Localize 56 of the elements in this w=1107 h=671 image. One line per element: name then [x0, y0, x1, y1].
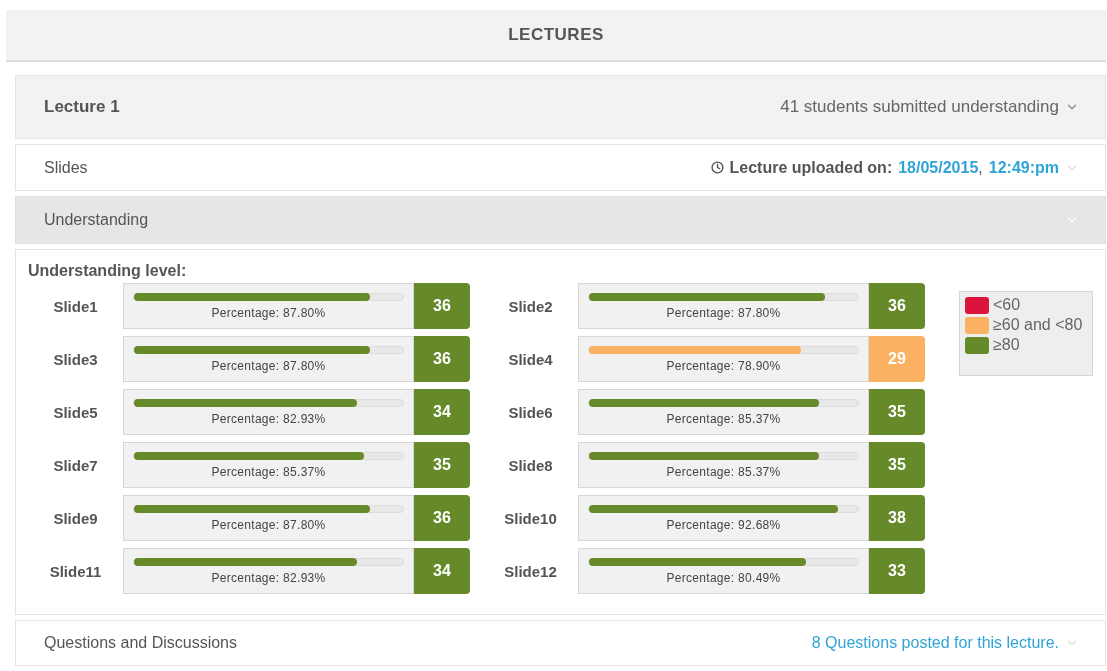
- legend-label: ≥80: [993, 336, 1020, 354]
- percentage-text: Percentage: 87.80%: [666, 306, 781, 320]
- student-count: 34: [414, 548, 470, 594]
- upload-label: Lecture uploaded on:: [729, 158, 893, 177]
- slide-label: Slide10: [503, 509, 558, 527]
- questions-header[interactable]: Questions and Discussions 8 Questions posted for this lecture.: [15, 620, 1106, 666]
- questions-summary: 8 Questions posted for this lecture.: [811, 634, 1059, 652]
- slide-label: Slide9: [52, 509, 99, 527]
- slide-label: Slide5: [52, 403, 99, 421]
- slide-label: Slide3: [52, 350, 99, 368]
- student-count: 35: [869, 442, 925, 488]
- slide-label: Slide2: [507, 297, 554, 315]
- student-count: 34: [414, 389, 470, 435]
- upload-date: 18/05/2015: [898, 158, 979, 177]
- section-title: Understanding: [44, 211, 149, 229]
- percentage-text: Percentage: 85.37%: [666, 412, 781, 426]
- lecture-header[interactable]: Lecture 1 41 students submitted understanding: [15, 75, 1106, 139]
- percentage-text: Percentage: 87.80%: [211, 306, 326, 320]
- student-count: 35: [869, 389, 925, 435]
- slide-label: Slide8: [507, 456, 554, 474]
- understanding-heading: Understanding level:: [28, 262, 188, 280]
- percentage-text: Percentage: 85.37%: [666, 465, 781, 479]
- upload-time: 12:49:pm: [988, 158, 1059, 177]
- slide-label: Slide11: [48, 562, 103, 580]
- student-count: 36: [414, 283, 470, 329]
- percentage-text: Percentage: 87.80%: [211, 359, 326, 373]
- slides-header[interactable]: Slides Lecture uploaded on: 18/05/2015, 12:49:pm: [15, 144, 1106, 191]
- student-count: 36: [414, 336, 470, 382]
- page-title: LECTURES: [508, 25, 604, 45]
- section-title: Slides: [44, 158, 88, 177]
- percentage-text: Percentage: 82.93%: [211, 571, 326, 585]
- legend-label: ≥60 and <80: [993, 316, 1083, 334]
- percentage-text: Percentage: 92.68%: [666, 518, 781, 532]
- legend-label: <60: [993, 296, 1021, 314]
- student-count: 35: [414, 442, 470, 488]
- slide-label: Slide1: [52, 297, 99, 315]
- student-count: 33: [869, 548, 925, 594]
- percentage-text: Percentage: 85.37%: [211, 465, 326, 479]
- lecture-title: Lecture 1: [44, 97, 120, 117]
- student-count: 29: [869, 336, 925, 382]
- percentage-text: Percentage: 78.90%: [666, 359, 781, 373]
- submission-summary: 41 students submitted understanding: [780, 97, 1059, 117]
- understanding-header[interactable]: Understanding: [15, 196, 1106, 244]
- percentage-text: Percentage: 87.80%: [211, 518, 326, 532]
- slide-label: Slide7: [52, 456, 99, 474]
- section-title: Questions and Discussions: [44, 634, 237, 652]
- separator: ,: [978, 158, 983, 177]
- slide-label: Slide12: [503, 562, 558, 580]
- student-count: 36: [414, 495, 470, 541]
- clock-icon: [710, 161, 724, 174]
- student-count: 38: [869, 495, 925, 541]
- slide-label: Slide6: [507, 403, 554, 421]
- percentage-text: Percentage: 82.93%: [211, 412, 326, 426]
- percentage-text: Percentage: 80.49%: [666, 571, 781, 585]
- student-count: 36: [869, 283, 925, 329]
- slide-label: Slide4: [507, 350, 554, 368]
